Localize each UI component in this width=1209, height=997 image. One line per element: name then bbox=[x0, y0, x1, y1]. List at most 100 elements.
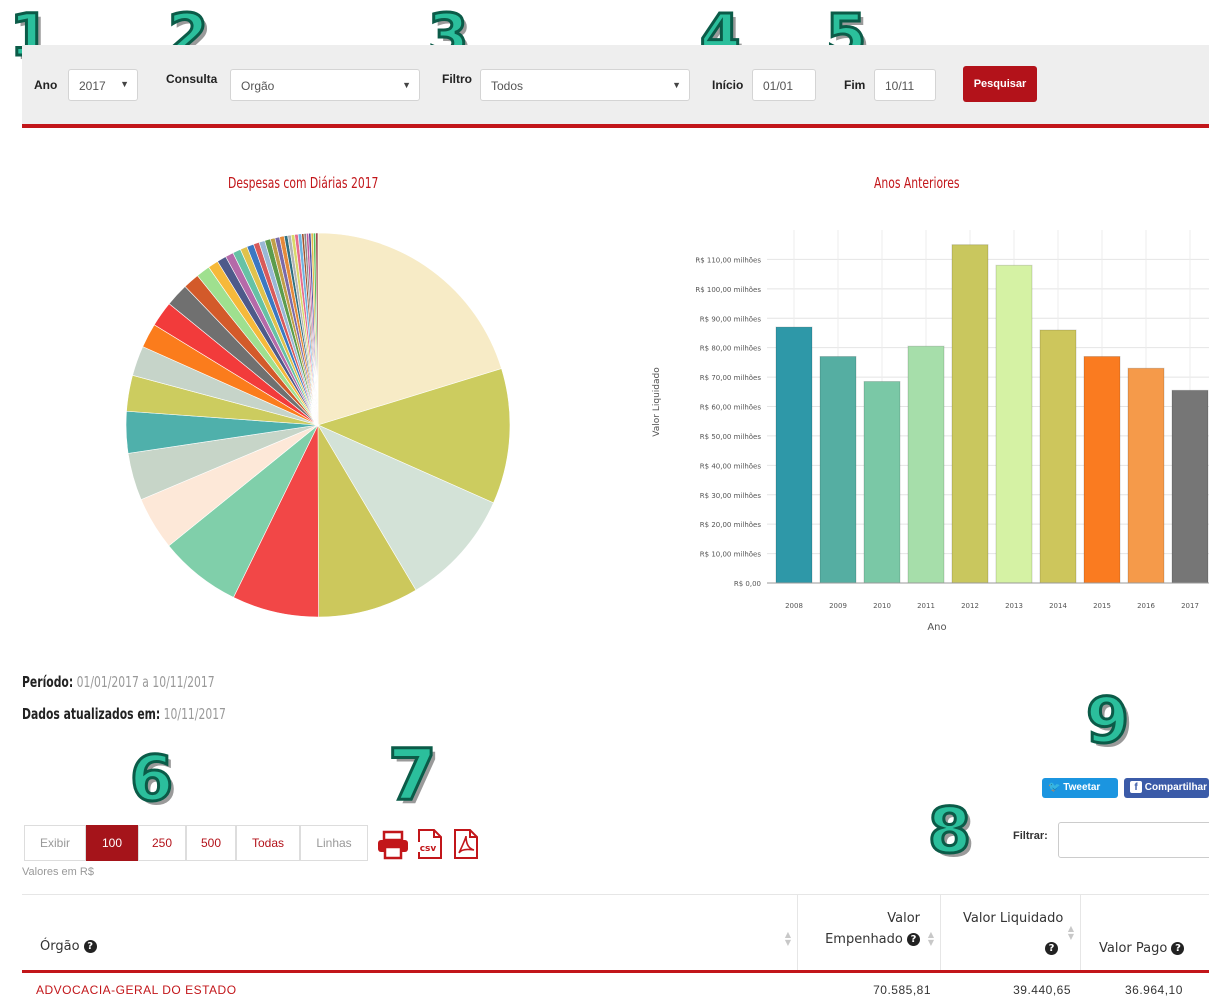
twitter-icon: 🐦 bbox=[1048, 782, 1061, 793]
periodo-line: Período: 01/01/2017 a 10/11/2017 bbox=[22, 673, 215, 691]
bar-2012[interactable] bbox=[951, 244, 989, 584]
consulta-select[interactable]: Orgão ▼ bbox=[230, 69, 420, 101]
chevron-down-icon: ▼ bbox=[120, 79, 129, 89]
column-header-empenhado[interactable]: Valor Empenhado ? ▲ ▼ bbox=[798, 895, 941, 973]
y-tick-label: R$ 50,00 milhões bbox=[700, 433, 762, 441]
column-header-pago[interactable]: Valor Pago ? bbox=[1081, 895, 1209, 973]
bar-2010[interactable] bbox=[863, 380, 901, 584]
empenhado-header-line1: Valor bbox=[887, 911, 920, 926]
share-label: Compartilhar bbox=[1144, 782, 1208, 793]
bar-2017[interactable] bbox=[1171, 389, 1209, 584]
row-orgao-link[interactable]: ADVOCACIA-GERAL DO ESTADO bbox=[36, 983, 237, 997]
table-header-underline bbox=[22, 970, 1209, 973]
x-tick-label: 2008 bbox=[785, 602, 803, 610]
bar-2013[interactable] bbox=[995, 264, 1033, 584]
bar-2014[interactable] bbox=[1039, 329, 1077, 584]
y-tick-label: R$ 10,00 milhões bbox=[700, 551, 762, 559]
filtro-select-value: Todos bbox=[491, 79, 524, 93]
print-icon[interactable] bbox=[376, 830, 410, 860]
csv-icon[interactable]: csv bbox=[416, 828, 444, 860]
sort-icon: ▲ ▼ bbox=[784, 930, 791, 947]
y-tick-label: R$ 100,00 milhões bbox=[695, 286, 761, 294]
sort-icon: ▲ ▼ bbox=[1067, 924, 1074, 941]
bar-2016[interactable] bbox=[1127, 367, 1165, 584]
orgao-header-label: Órgão bbox=[40, 939, 80, 954]
liquidado-header-line1: Valor Liquidado bbox=[963, 911, 1064, 926]
help-icon: ? bbox=[907, 933, 920, 946]
x-tick-label: 2016 bbox=[1137, 602, 1155, 610]
bar-2015[interactable] bbox=[1083, 355, 1121, 584]
pie-chart bbox=[125, 232, 511, 618]
share-button[interactable]: f Compartilhar bbox=[1124, 778, 1209, 798]
row-pago: 36.964,10 bbox=[1125, 983, 1183, 997]
bar-2009[interactable] bbox=[819, 355, 857, 584]
show-250-button[interactable]: 250 bbox=[138, 825, 186, 861]
atualizado-value: 10/11/2017 bbox=[163, 705, 226, 723]
annotation-number-7: 7 bbox=[387, 734, 439, 816]
atualizado-line: Dados atualizados em: 10/11/2017 bbox=[22, 705, 226, 723]
row-empenhado: 70.585,81 bbox=[873, 983, 931, 997]
x-tick-label: 2013 bbox=[1005, 602, 1023, 610]
x-tick-label: 2010 bbox=[873, 602, 891, 610]
help-icon: ? bbox=[1171, 942, 1185, 955]
column-header-orgao[interactable]: Órgão ? ▲ ▼ bbox=[22, 895, 798, 973]
pdf-icon[interactable] bbox=[452, 828, 480, 860]
table-filter-input[interactable] bbox=[1058, 822, 1209, 858]
periodo-label: Período: bbox=[22, 673, 74, 691]
pago-header-label: Valor Pago bbox=[1099, 941, 1168, 956]
bar-2011[interactable] bbox=[907, 345, 945, 584]
y-tick-label: R$ 40,00 milhões bbox=[700, 462, 762, 470]
x-tick-label: 2011 bbox=[917, 602, 935, 610]
annotation-number-6: 6 bbox=[128, 742, 174, 815]
bar-chart-ylabel: Valor Liquidado bbox=[652, 367, 662, 437]
y-tick-label: R$ 30,00 milhões bbox=[700, 492, 762, 500]
y-tick-label: R$ 20,00 milhões bbox=[700, 521, 762, 529]
x-tick-label: 2015 bbox=[1093, 602, 1111, 610]
column-header-liquidado[interactable]: Valor Liquidado ? ▲ ▼ bbox=[941, 895, 1081, 973]
empenhado-header-line2: Empenhado bbox=[825, 932, 903, 947]
chevron-down-icon: ▼ bbox=[402, 80, 411, 90]
ano-label: Ano bbox=[34, 78, 58, 92]
y-tick-label: R$ 70,00 milhões bbox=[700, 374, 762, 382]
ano-select[interactable]: 2017 ▼ bbox=[68, 69, 138, 101]
help-icon: ? bbox=[83, 940, 97, 953]
search-button[interactable]: Pesquisar bbox=[963, 66, 1037, 102]
empenhado-header-text: Valor Empenhado ? bbox=[825, 911, 920, 947]
table-filter-label: Filtrar: bbox=[1013, 830, 1048, 842]
y-tick-label: R$ 0,00 bbox=[734, 580, 761, 588]
bar-chart-x-axis: 2008 2009 2010 2011 2012 2013 2014 2015 2016 2017 bbox=[767, 582, 1209, 610]
x-tick-label: 2012 bbox=[961, 602, 979, 610]
facebook-icon: f bbox=[1130, 781, 1142, 793]
filtro-select[interactable]: Todos ▼ bbox=[480, 69, 690, 101]
ano-select-value: 2017 bbox=[79, 79, 106, 93]
tweet-button[interactable]: 🐦 Tweetar bbox=[1042, 778, 1118, 798]
help-icon: ? bbox=[1045, 942, 1058, 955]
svg-text:csv: csv bbox=[420, 844, 437, 854]
show-500-button[interactable]: 500 bbox=[186, 825, 236, 861]
y-tick-label: R$ 60,00 milhões bbox=[700, 404, 762, 412]
annotation-number-8: 8 bbox=[926, 794, 972, 867]
atualizado-label: Dados atualizados em: bbox=[22, 705, 161, 723]
y-tick-label: R$ 110,00 milhões bbox=[695, 256, 761, 264]
row-liquidado: 39.440,65 bbox=[1013, 983, 1071, 997]
x-tick-label: 2017 bbox=[1181, 602, 1199, 610]
exibir-label: Exibir bbox=[24, 825, 86, 861]
fim-input[interactable]: 10/11 bbox=[874, 69, 936, 101]
bar-chart-xlabel: Ano bbox=[927, 622, 946, 633]
bar-chart-title: Anos Anteriores bbox=[874, 174, 960, 192]
inicio-label: Início bbox=[712, 78, 744, 92]
sort-icon: ▲ ▼ bbox=[927, 930, 934, 947]
filtro-label: Filtro bbox=[442, 72, 472, 86]
show-all-button[interactable]: Todas bbox=[236, 825, 300, 861]
annotation-number-9: 9 bbox=[1084, 684, 1130, 757]
x-tick-label: 2009 bbox=[829, 602, 847, 610]
bar-chart-bars bbox=[775, 244, 1209, 584]
y-tick-label: R$ 90,00 milhões bbox=[700, 315, 762, 323]
bar-chart-y-axis: R$ 0,00 R$ 10,00 milhões R$ 20,00 milhões R… bbox=[695, 256, 761, 588]
chevron-down-icon: ▼ bbox=[672, 80, 681, 90]
show-100-button[interactable]: 100 bbox=[86, 825, 138, 861]
bar-2008[interactable] bbox=[775, 326, 813, 584]
inicio-input[interactable]: 01/01 bbox=[752, 69, 816, 101]
periodo-value: 01/01/2017 a 10/11/2017 bbox=[76, 673, 215, 691]
consulta-label: Consulta bbox=[166, 72, 218, 86]
